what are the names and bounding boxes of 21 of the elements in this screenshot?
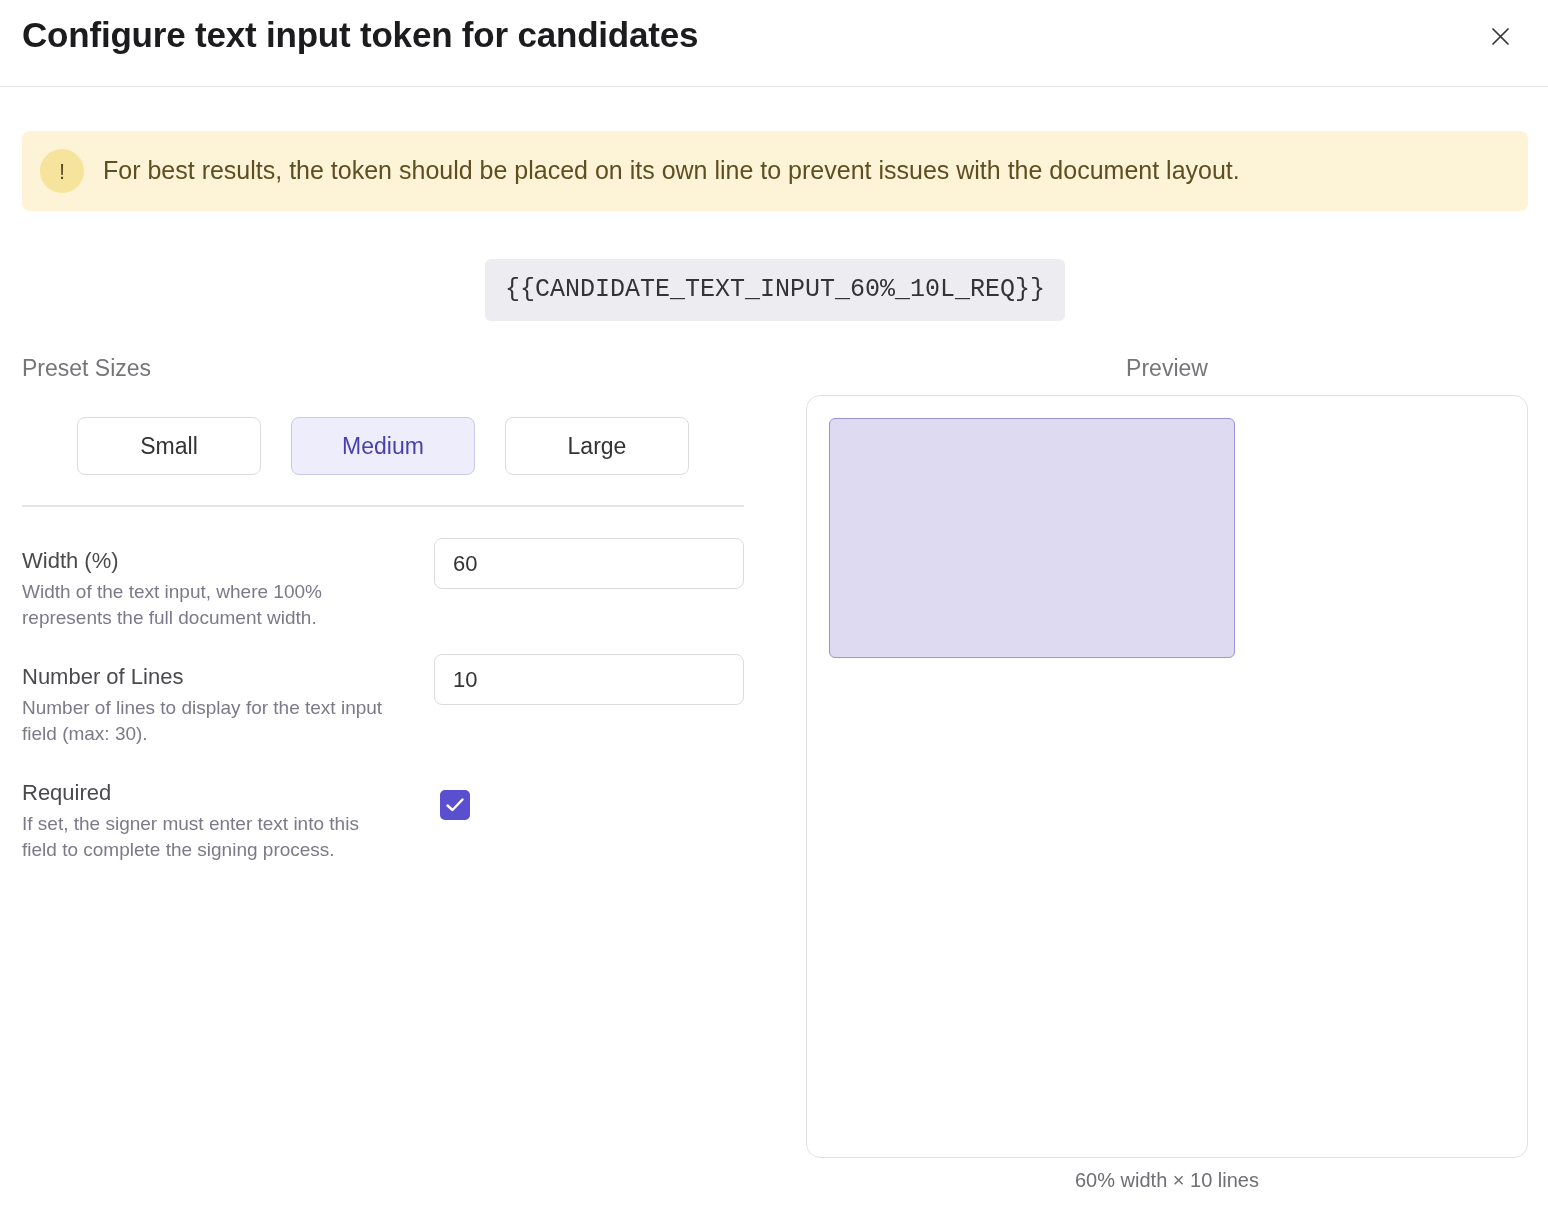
section-label: Preview [1125, 354, 1209, 383]
field-label: Width (%) [22, 547, 120, 575]
input-field[interactable]: 60 [434, 538, 744, 589]
field-label: Number of Lines [22, 663, 185, 691]
preview-caption: 60% width × 10 lines [1074, 1168, 1260, 1193]
input-field[interactable]: 10 [434, 654, 744, 705]
field-description: Width of the text input, where 100% represents the full document width. [22, 580, 323, 630]
section-label: Preset Sizes [22, 354, 153, 383]
preset-size-button[interactable]: Small [77, 417, 261, 475]
close-icon [1491, 27, 1509, 45]
preset-size-button[interactable]: Medium [291, 417, 475, 475]
field-description: Number of lines to display for the text input field (max: 30). [22, 696, 384, 746]
preset-size-button[interactable]: Large [505, 417, 689, 475]
warning-text: For best results, the token should be placed on its own line to prevent issues with the document layout. [103, 155, 1240, 187]
warning-icon: ! [40, 149, 84, 193]
field-description: If set, the signer must enter text into this field to complete the signing process. [22, 812, 360, 862]
checkmark-icon [446, 798, 464, 812]
field-label: Required [22, 779, 113, 807]
dialog-title: Configure text input token for candidates [22, 14, 699, 56]
checkbox[interactable] [440, 790, 470, 820]
token-code: {{CANDIDATE_TEXT_INPUT_60%_10L_REQ}} [484, 259, 1066, 321]
